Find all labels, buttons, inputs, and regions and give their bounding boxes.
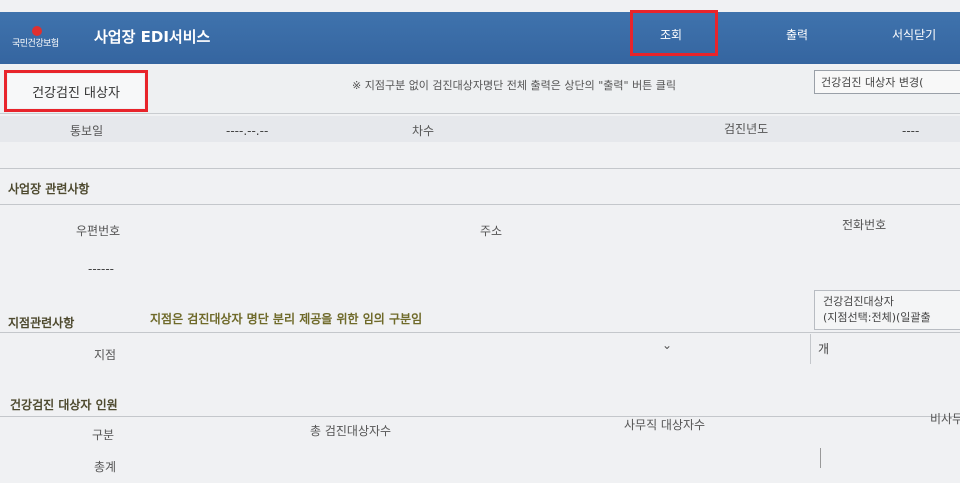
office-target-label: 사무직 대상자수 xyxy=(624,418,706,432)
branch-section-title: 지점관련사항 xyxy=(8,316,75,330)
info-row xyxy=(0,116,960,142)
address-label: 주소 xyxy=(480,224,503,238)
exam-year-label: 검진년도 xyxy=(724,122,769,136)
query-highlight-box xyxy=(630,10,718,56)
branch-description: 지점은 검진대상자 명단 분리 제공을 위한 임의 구분임 xyxy=(150,312,423,326)
branch-count-unit: 개 xyxy=(818,342,830,356)
sum-label: 총계 xyxy=(94,460,117,474)
header-bar: 국민건강보험 사업장 EDI서비스 조회 출력 서식닫기 xyxy=(0,12,960,64)
change-target-button[interactable]: 건강검진 대상자 변경( xyxy=(814,70,960,94)
workplace-section-title: 사업장 관련사항 xyxy=(8,182,90,196)
tab-highlight-box xyxy=(4,70,148,112)
phone-label: 전화번호 xyxy=(842,218,887,232)
divider xyxy=(0,416,960,417)
divider xyxy=(0,332,960,333)
close-form-button[interactable]: 서식닫기 xyxy=(892,26,936,43)
branch-summary-line1: 건강검진대상자 xyxy=(823,295,894,308)
total-target-label: 총 검진대상자수 xyxy=(310,424,392,438)
divider xyxy=(0,204,960,205)
zip-label: 우편번호 xyxy=(76,224,121,238)
nhis-logo: 국민건강보험 xyxy=(12,26,74,50)
category-label: 구분 xyxy=(92,428,115,442)
logo-text: 국민건강보험 xyxy=(12,39,59,49)
exam-year-value: ---- xyxy=(902,124,920,138)
print-button[interactable]: 출력 xyxy=(786,26,808,43)
logo-mark-icon xyxy=(32,26,42,36)
zip-value: ------ xyxy=(88,262,114,276)
non-office-target-label: 비사무 xyxy=(930,412,960,426)
branch-summary-box[interactable]: 건강검진대상자 (지점선택:전체)(일괄출 xyxy=(814,290,960,330)
branch-label: 지점 xyxy=(94,348,117,362)
text-cursor xyxy=(820,448,821,468)
service-title: 사업장 EDI서비스 xyxy=(94,28,211,46)
branch-select[interactable] xyxy=(120,338,688,360)
persons-section-title: 건강검진 대상자 인원 xyxy=(10,398,118,412)
notice-date-label: 통보일 xyxy=(70,124,104,138)
divider xyxy=(0,168,960,169)
notice-date-value: ----.--.-- xyxy=(226,124,269,138)
branch-summary-line2: (지점선택:전체)(일괄출 xyxy=(823,311,931,324)
chevron-down-icon[interactable]: ⌄ xyxy=(662,338,672,352)
count-label: 차수 xyxy=(412,124,435,138)
print-notice: ※ 지점구분 없이 검진대상자명단 전체 출력은 상단의 "출력" 버튼 클릭 xyxy=(352,79,677,92)
column-divider xyxy=(810,334,811,364)
